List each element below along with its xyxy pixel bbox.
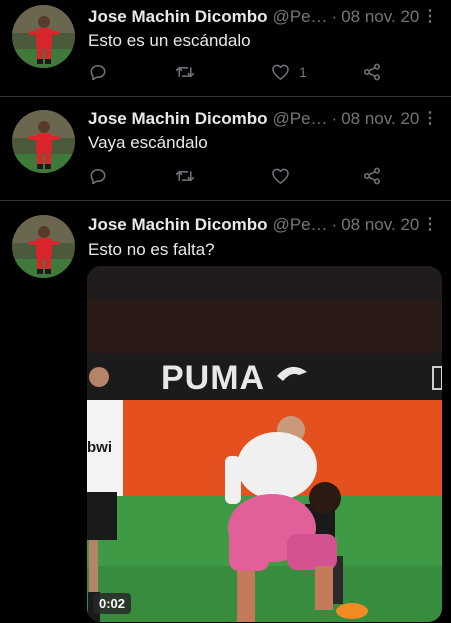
tweet-date[interactable]: 08 nov. 20 [341, 109, 419, 129]
tweet[interactable]: Jose Machin Dicombo @Pe… · 08 nov. 20 ⋮ … [0, 97, 451, 201]
banner-text: PUMA [161, 359, 265, 397]
reply-icon [90, 65, 106, 81]
reply-button[interactable] [88, 164, 108, 188]
author-handle[interactable]: @Pe… [272, 7, 327, 27]
video-player[interactable]: PUMA bwi 0:02 [87, 266, 442, 622]
retweet-icon [175, 171, 195, 181]
author-handle[interactable]: @Pe… [272, 215, 327, 235]
tweet-text: Vaya escándalo [88, 133, 208, 152]
avatar[interactable] [12, 110, 75, 173]
avatar-image [12, 5, 75, 68]
more-options-icon[interactable]: ⋮ [422, 108, 438, 128]
separator-dot: · [331, 215, 338, 234]
video-duration: 0:02 [93, 593, 132, 614]
author-handle[interactable]: @Pe… [272, 109, 327, 129]
retweet-button[interactable] [174, 60, 196, 84]
retweet-button[interactable] [174, 164, 196, 188]
like-button[interactable]: 1 [270, 60, 307, 84]
avatar[interactable] [12, 215, 75, 278]
avatar[interactable] [12, 5, 75, 68]
reply-button[interactable] [88, 60, 108, 84]
share-button[interactable] [362, 164, 382, 188]
heart-icon [272, 168, 289, 184]
heart-icon [272, 64, 289, 80]
share-icon [363, 63, 381, 81]
tweet-header: Jose Machin Dicombo @Pe… · 08 nov. 20 ⋮ [88, 6, 438, 28]
more-options-icon[interactable]: ⋮ [422, 6, 438, 26]
author-name[interactable]: Jose Machin Dicombo [88, 215, 267, 235]
author-name[interactable]: Jose Machin Dicombo [88, 109, 267, 129]
tweet-text: Esto no es falta? [88, 240, 215, 259]
shirt-sponsor-text: bwi [87, 439, 112, 456]
tweet-actions: 1 [88, 60, 388, 84]
tweet[interactable]: Jose Machin Dicombo @Pe… · 08 nov. 20 ⋮ … [0, 0, 451, 97]
tweet-header: Jose Machin Dicombo @Pe… · 08 nov. 20 ⋮ [88, 214, 438, 236]
author-name[interactable]: Jose Machin Dicombo [88, 7, 267, 27]
tweet-date[interactable]: 08 nov. 20 [341, 215, 419, 235]
share-button[interactable] [362, 60, 382, 84]
tweet-date[interactable]: 08 nov. 20 [341, 7, 419, 27]
video-frame: PUMA bwi [87, 266, 442, 622]
tweet[interactable]: Jose Machin Dicombo @Pe… · 08 nov. 20 ⋮ … [0, 201, 451, 623]
reply-icon [90, 169, 106, 185]
more-options-icon[interactable]: ⋮ [422, 214, 438, 234]
tweet-header: Jose Machin Dicombo @Pe… · 08 nov. 20 ⋮ [88, 108, 438, 130]
like-count: 1 [299, 64, 307, 80]
tweet-actions [88, 164, 388, 188]
separator-dot: · [331, 7, 338, 26]
share-icon [363, 167, 381, 185]
avatar-image [12, 110, 75, 173]
like-button[interactable] [270, 164, 291, 188]
separator-dot: · [331, 109, 338, 128]
retweet-icon [175, 67, 195, 77]
tweet-text: Esto es un escándalo [88, 31, 251, 50]
avatar-image [12, 215, 75, 278]
